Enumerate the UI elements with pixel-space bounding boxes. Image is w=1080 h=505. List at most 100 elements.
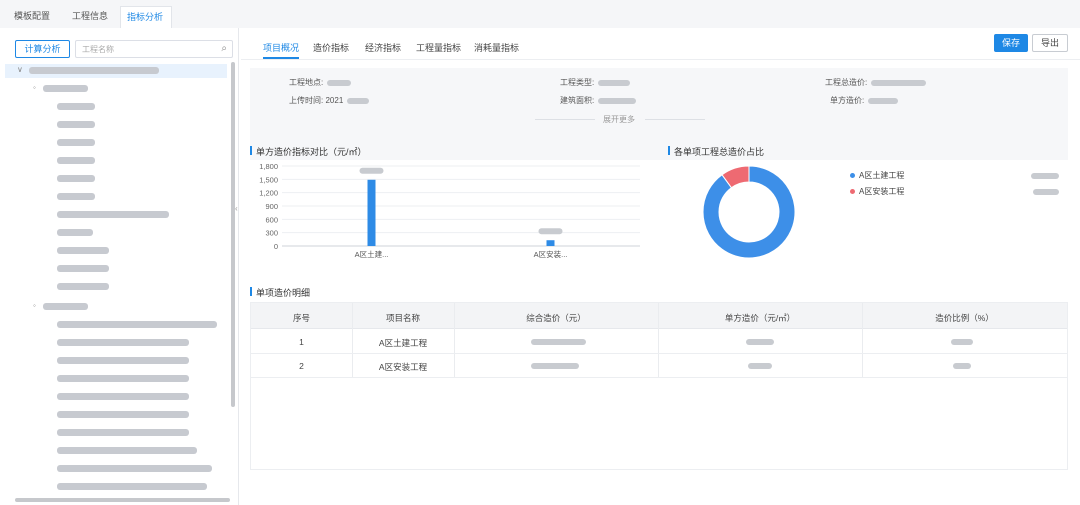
tree-leaf[interactable]: [5, 426, 227, 440]
legend-dot: [850, 189, 855, 195]
tab-template-config[interactable]: 模板配置: [8, 6, 56, 28]
legend-dot: [850, 173, 855, 179]
y-tick-label: 0: [274, 242, 278, 251]
save-button[interactable]: 保存: [994, 34, 1028, 52]
pie-slice: [702, 165, 796, 259]
tree-leaf[interactable]: [5, 262, 227, 276]
search-input[interactable]: 工程名称 ⌕: [75, 40, 233, 58]
pie-chart-title: 各单项工程总造价占比: [668, 145, 764, 158]
row2-unit-cost: [748, 363, 772, 369]
bar-chart: 1,800 1,500 1,200 900 600 300 0 A区土建... A区安装...: [259, 162, 640, 259]
tree-leaf[interactable]: [5, 390, 227, 404]
tab-project-info[interactable]: 工程信息: [66, 6, 114, 28]
export-button[interactable]: 导出: [1032, 34, 1068, 52]
info-upload-time: 上传时间: 2021: [289, 95, 370, 106]
tab-consumption-index[interactable]: 消耗量指标: [474, 41, 519, 54]
header-name: 项目名称: [385, 313, 420, 323]
expand-divider: [645, 119, 705, 120]
detail-table-title: 单项造价明细: [250, 286, 310, 299]
tree-leaf[interactable]: [5, 444, 227, 458]
info-total-cost: 工程总造价:: [825, 77, 927, 88]
project-info-box: 工程地点: 工程类型: 工程总造价: 上传时间: 2021 建筑面积: 单方造价…: [250, 68, 1068, 160]
calc-analysis-button[interactable]: 计算分析: [15, 40, 70, 58]
tab-quantity-index[interactable]: 工程量指标: [416, 41, 461, 54]
row2-index: 2: [299, 361, 304, 371]
tree-leaf[interactable]: [5, 318, 227, 332]
row1-index: 1: [299, 337, 304, 347]
tree-leaf[interactable]: [5, 190, 227, 204]
legend-item-civil: A区土建工程: [850, 170, 904, 181]
bar: [367, 179, 376, 246]
tree-horizontal-scrollbar[interactable]: [15, 498, 230, 502]
tab-cost-index[interactable]: 造价指标: [313, 41, 349, 54]
tree-root-node[interactable]: ∨: [5, 64, 227, 78]
tree-toggle-icon[interactable]: ◦: [33, 301, 36, 310]
bar-chart-title: 单方造价指标对比（元/㎡）: [250, 145, 367, 158]
pie-chart: [702, 165, 796, 259]
legend-value: [1031, 173, 1059, 179]
tree-scrollbar[interactable]: [231, 62, 235, 407]
header-ratio: 造价比例（%）: [935, 313, 994, 323]
tree-leaf[interactable]: [5, 372, 227, 386]
tree-leaf[interactable]: [5, 136, 227, 150]
x-tick-label: A区土建...: [355, 249, 389, 259]
info-unit-cost: 单方造价:: [830, 95, 899, 106]
tree-leaf[interactable]: [5, 208, 227, 222]
y-tick-label: 600: [265, 215, 278, 224]
info-location: 工程地点:: [289, 77, 352, 88]
tree-toggle-icon[interactable]: ◦: [33, 83, 36, 92]
tree-leaf[interactable]: [5, 408, 227, 422]
legend-value: [1033, 189, 1059, 195]
chevron-down-icon[interactable]: ∨: [17, 65, 23, 74]
y-tick-label: 1,200: [259, 189, 278, 198]
tab-economic-index[interactable]: 经济指标: [365, 41, 401, 54]
tree-node[interactable]: ◦: [5, 300, 227, 314]
x-tick-label: A区安装...: [534, 249, 568, 259]
left-tree-panel: 计算分析 工程名称 ⌕ ∨ ◦ ◦ ‹: [5, 28, 239, 505]
tree-leaf[interactable]: [5, 154, 227, 168]
tree-leaf[interactable]: [5, 100, 227, 114]
row1-total-cost: [531, 339, 586, 345]
row1-name: A区土建工程: [378, 338, 428, 348]
tree-leaf[interactable]: [5, 280, 227, 294]
y-tick-label: 300: [265, 229, 278, 238]
tree-leaf[interactable]: [5, 462, 227, 476]
tree-leaf[interactable]: [5, 336, 227, 350]
header-total-cost: 综合造价（元）: [526, 313, 586, 323]
row2-ratio: [953, 363, 971, 369]
info-area: 建筑面积:: [560, 95, 637, 106]
tree-leaf[interactable]: [5, 118, 227, 132]
bar-value-label: [359, 167, 384, 174]
tab-index-analysis[interactable]: 指标分析: [120, 6, 172, 28]
search-icon[interactable]: ⌕: [221, 43, 227, 54]
search-placeholder: 工程名称: [82, 45, 114, 54]
cost-detail-table: 序号 项目名称 综合造价（元） 单方造价（元/㎡） 造价比例（%） 1 A区土建…: [250, 302, 1068, 470]
tree-leaf[interactable]: [5, 172, 227, 186]
row2-total-cost: [531, 363, 579, 369]
tree-leaf[interactable]: [5, 354, 227, 368]
row2-name: A区安装工程: [378, 362, 428, 372]
y-tick-label: 900: [265, 202, 278, 211]
legend-item-install: A区安装工程: [850, 186, 904, 197]
row1-unit-cost: [746, 339, 774, 345]
top-tab-bar: 模板配置 工程信息 指标分析: [0, 0, 1080, 28]
tree-leaf[interactable]: [5, 480, 227, 494]
tree-leaf[interactable]: [5, 226, 227, 240]
expand-more-link[interactable]: 展开更多: [603, 114, 635, 125]
main-content: 项目概况 造价指标 经济指标 工程量指标 消耗量指标 保存 导出 工程地点: 工…: [241, 28, 1080, 505]
y-tick-label: 1,800: [259, 162, 278, 171]
tab-project-overview[interactable]: 项目概况: [263, 41, 299, 54]
y-tick-label: 1,500: [259, 175, 278, 184]
row1-ratio: [951, 339, 973, 345]
header-index: 序号: [292, 313, 310, 323]
tree-node[interactable]: ◦: [5, 82, 227, 96]
bar: [546, 240, 555, 246]
collapse-handle-icon[interactable]: ‹: [235, 204, 238, 213]
header-unit-cost: 单方造价（元/㎡）: [724, 313, 796, 323]
row-divider: [251, 377, 1067, 378]
expand-divider: [535, 119, 595, 120]
tree-leaf[interactable]: [5, 244, 227, 258]
bar-value-label: [538, 228, 563, 235]
tab-divider: [241, 59, 1080, 60]
row-divider: [251, 353, 1067, 354]
